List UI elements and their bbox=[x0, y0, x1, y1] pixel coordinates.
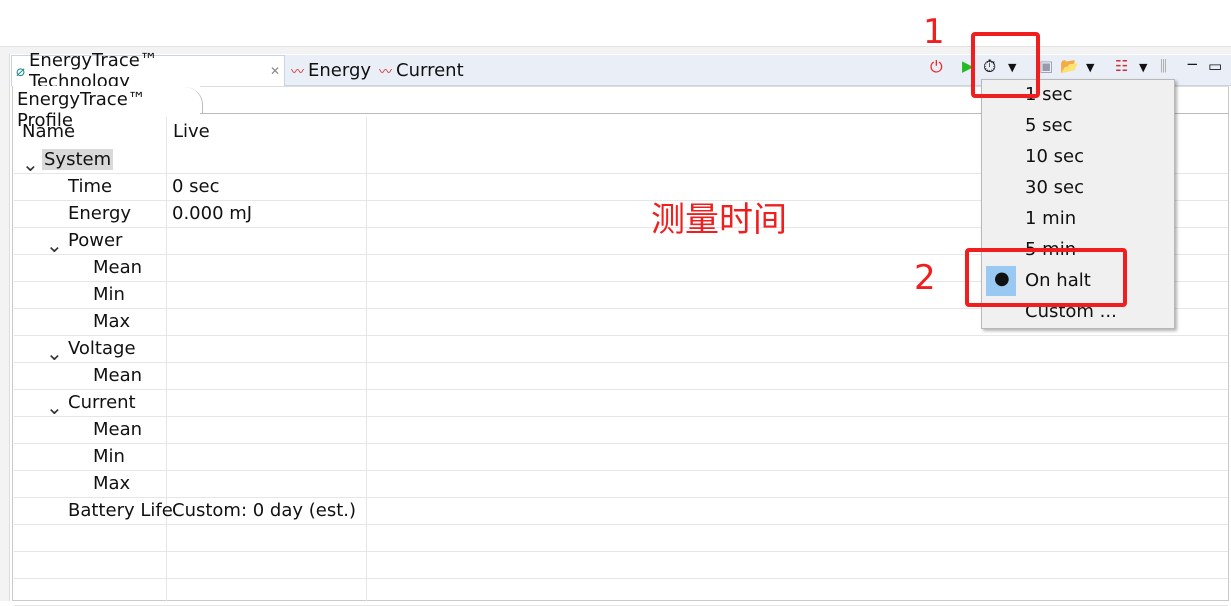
table-row[interactable]: Min bbox=[14, 444, 1228, 471]
table-row[interactable]: ⌄ Current bbox=[14, 390, 1228, 419]
table-row[interactable] bbox=[14, 579, 1228, 606]
chart-icon: 〰 bbox=[291, 65, 305, 80]
chevron-down-icon[interactable]: ⌄ bbox=[46, 233, 63, 257]
table-row[interactable]: Mean bbox=[14, 417, 1228, 444]
row-name: Min bbox=[93, 284, 125, 305]
tab-energytrace[interactable]: ⌀ EnergyTrace™ Technology ✕ bbox=[11, 50, 285, 92]
chart-icon: 〰 bbox=[379, 65, 393, 80]
stop-icon[interactable]: ⏻ bbox=[930, 57, 943, 77]
row-name: Min bbox=[93, 446, 125, 467]
annotation-note: 测量时间 bbox=[651, 200, 787, 240]
highlight-box-2 bbox=[965, 248, 1127, 307]
energytrace-icon: ⌀ bbox=[16, 62, 26, 80]
row-name: Time bbox=[68, 176, 113, 197]
table-row[interactable]: Max bbox=[14, 471, 1228, 498]
layout-icon[interactable]: ☷ bbox=[1115, 57, 1128, 75]
row-value: Custom: 0 day (est.) bbox=[172, 500, 357, 521]
row-name: Mean bbox=[93, 419, 143, 440]
row-name: Mean bbox=[93, 257, 143, 278]
chevron-down-icon[interactable]: ⌄ bbox=[22, 152, 39, 176]
menu-item[interactable]: 1 min bbox=[1025, 208, 1076, 229]
annotation-1: 1 bbox=[923, 12, 945, 52]
tab-current[interactable]: 〰 Current bbox=[375, 55, 468, 86]
tab-energy[interactable]: 〰 Energy bbox=[287, 55, 375, 86]
row-name: Max bbox=[93, 473, 131, 494]
folder-open-icon[interactable]: 📂 bbox=[1060, 57, 1079, 75]
row-name: Current bbox=[68, 392, 136, 413]
waveform-icon[interactable]: ⫼ bbox=[1160, 57, 1167, 75]
close-icon[interactable]: ✕ bbox=[270, 64, 280, 78]
maximize-icon[interactable]: ▭ bbox=[1208, 57, 1222, 75]
row-name: Voltage bbox=[68, 338, 136, 359]
chevron-down-icon[interactable]: ▼ bbox=[1139, 61, 1147, 74]
row-name: Max bbox=[93, 311, 131, 332]
table-row[interactable] bbox=[14, 525, 1228, 552]
row-name: Energy bbox=[68, 203, 132, 224]
minimize-icon[interactable]: − bbox=[1186, 55, 1199, 73]
row-name: Power bbox=[68, 230, 123, 251]
row-value: 0.000 mJ bbox=[172, 203, 253, 224]
table-row[interactable] bbox=[14, 552, 1228, 579]
row-name: System bbox=[42, 149, 114, 170]
chevron-down-icon[interactable]: ⌄ bbox=[46, 341, 63, 365]
save-icon[interactable]: ▣ bbox=[1039, 57, 1053, 75]
table-row[interactable]: ⌄ Voltage bbox=[14, 336, 1228, 365]
left-strip bbox=[0, 54, 10, 601]
row-name: Battery Life bbox=[68, 500, 173, 521]
row-name: Mean bbox=[93, 365, 143, 386]
column-header-name[interactable]: Name bbox=[22, 121, 75, 142]
tab-label: Energy bbox=[308, 60, 372, 81]
highlight-box-1 bbox=[971, 32, 1040, 98]
chevron-down-icon[interactable]: ⌄ bbox=[46, 395, 63, 419]
menu-item[interactable]: 5 sec bbox=[1025, 115, 1073, 136]
column-header-live[interactable]: Live bbox=[173, 121, 210, 142]
annotation-2: 2 bbox=[914, 258, 936, 298]
row-value: 0 sec bbox=[172, 176, 220, 197]
chevron-down-icon[interactable]: ▼ bbox=[1086, 61, 1094, 74]
table-row[interactable]: Mean bbox=[14, 363, 1228, 390]
menu-item[interactable]: 10 sec bbox=[1025, 146, 1084, 167]
tab-energytrace-profile[interactable]: EnergyTrace™ Profile bbox=[13, 87, 203, 131]
table-row[interactable]: Battery Life Custom: 0 day (est.) bbox=[14, 498, 1228, 525]
menu-item[interactable]: 30 sec bbox=[1025, 177, 1084, 198]
tab-label: Current bbox=[396, 60, 464, 81]
